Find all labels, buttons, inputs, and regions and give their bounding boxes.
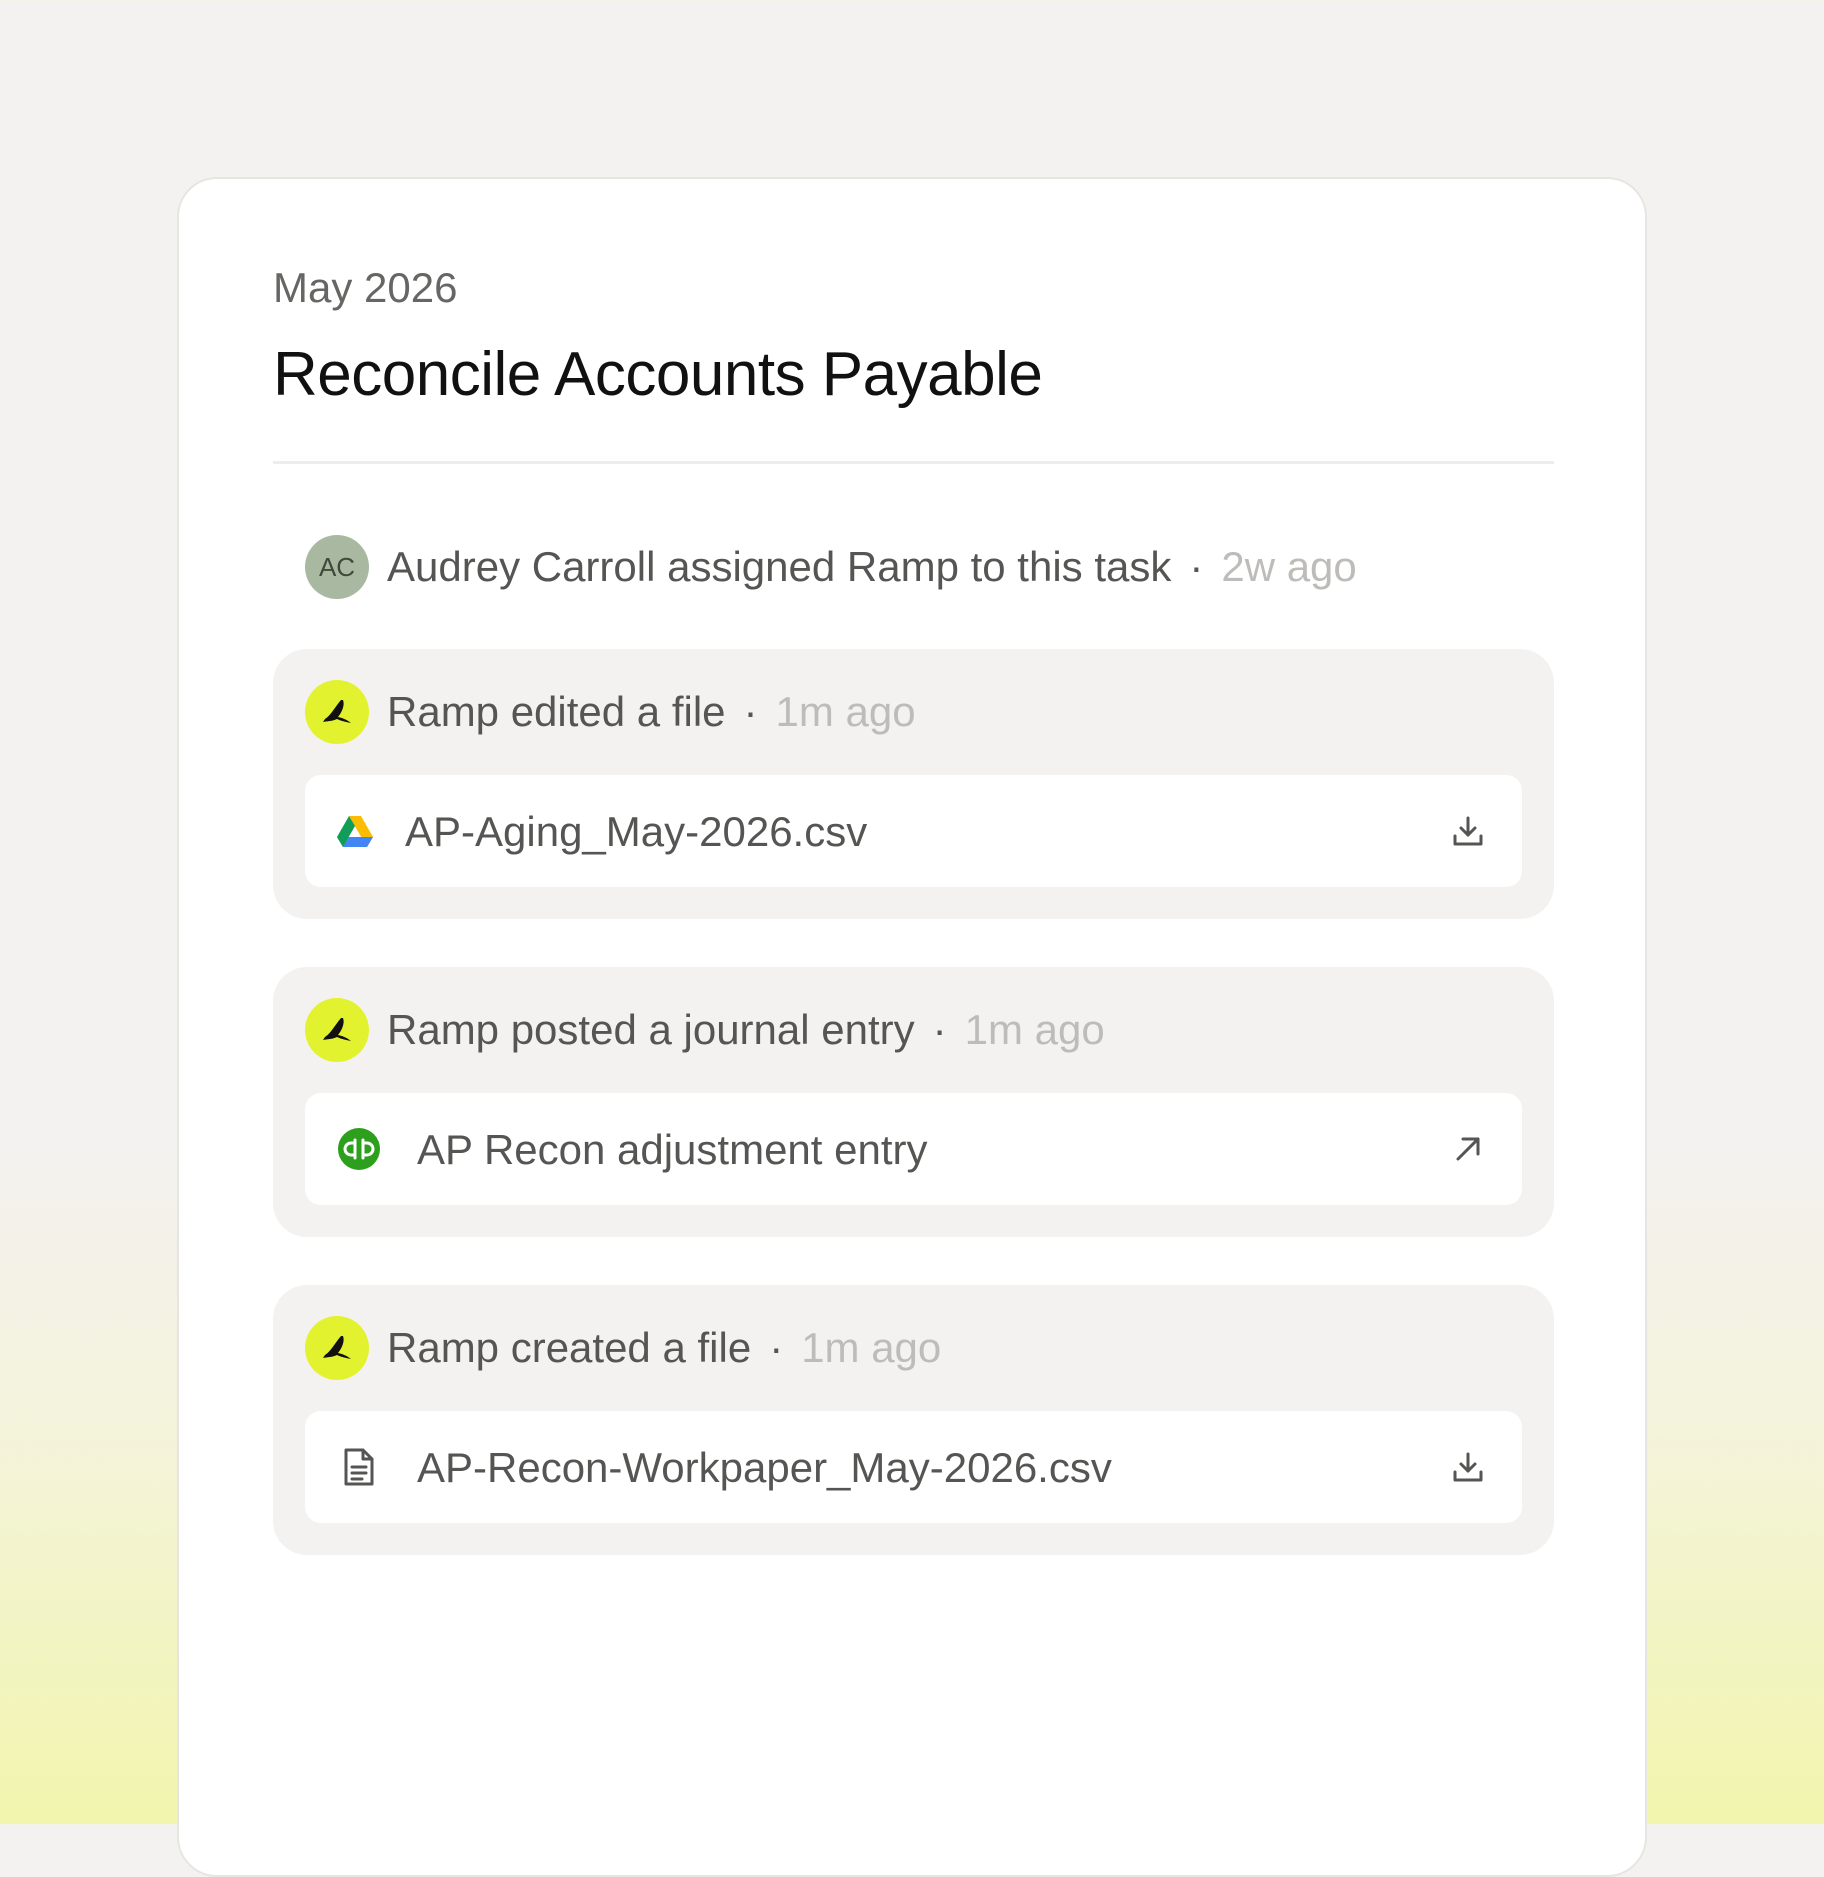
separator-dot: ·	[932, 1006, 947, 1053]
file-item[interactable]: AP-Recon-Workpaper_May-2026.csv	[305, 1411, 1522, 1523]
separator-dot: ·	[1189, 543, 1204, 590]
task-title: Reconcile Accounts Payable	[273, 340, 1043, 409]
ramp-logo-icon	[305, 680, 369, 744]
timestamp: 1m ago	[801, 1324, 942, 1371]
header-divider	[273, 461, 1554, 464]
journal-entry-name: AP Recon adjustment entry	[417, 1126, 928, 1173]
ramp-logo-icon	[305, 998, 369, 1062]
ramp-logo-icon	[305, 1316, 369, 1380]
assignment-event: AC Audrey Carroll assigned Ramp to this …	[305, 535, 1357, 599]
timestamp: 1m ago	[775, 688, 916, 735]
timestamp: 2w ago	[1221, 543, 1357, 590]
google-drive-icon	[335, 811, 375, 851]
activity-card: Ramp edited a file · 1m ago AP-Aging_May…	[273, 649, 1554, 919]
assignment-text: Audrey Carroll assigned Ramp to this tas…	[387, 543, 1172, 590]
quickbooks-icon	[337, 1127, 381, 1171]
activity-card: Ramp posted a journal entry · 1m ago AP …	[273, 967, 1554, 1237]
separator-dot: ·	[743, 688, 758, 735]
download-icon[interactable]	[1448, 811, 1488, 851]
activity-text: Ramp edited a file	[387, 688, 726, 735]
file-item[interactable]: AP-Aging_May-2026.csv	[305, 775, 1522, 887]
activity-text: Ramp created a file	[387, 1324, 752, 1371]
download-icon[interactable]	[1448, 1447, 1488, 1487]
task-card: May 2026 Reconcile Accounts Payable AC A…	[177, 177, 1647, 1877]
document-icon	[339, 1447, 379, 1487]
external-link-icon[interactable]	[1448, 1129, 1488, 1169]
avatar: AC	[305, 535, 369, 599]
task-period: May 2026	[273, 264, 458, 311]
activity-card: Ramp created a file · 1m ago AP-Recon-Wo…	[273, 1285, 1554, 1555]
activity-header: Ramp edited a file · 1m ago	[305, 680, 916, 744]
avatar-initials: AC	[318, 551, 356, 582]
timestamp: 1m ago	[964, 1006, 1105, 1053]
separator-dot: ·	[769, 1324, 784, 1371]
activity-header: Ramp posted a journal entry · 1m ago	[305, 998, 1105, 1062]
file-name: AP-Recon-Workpaper_May-2026.csv	[417, 1444, 1112, 1491]
activity-text: Ramp posted a journal entry	[387, 1006, 915, 1053]
journal-entry-item[interactable]: AP Recon adjustment entry	[305, 1093, 1522, 1205]
file-name: AP-Aging_May-2026.csv	[405, 808, 868, 855]
activity-header: Ramp created a file · 1m ago	[305, 1316, 941, 1380]
